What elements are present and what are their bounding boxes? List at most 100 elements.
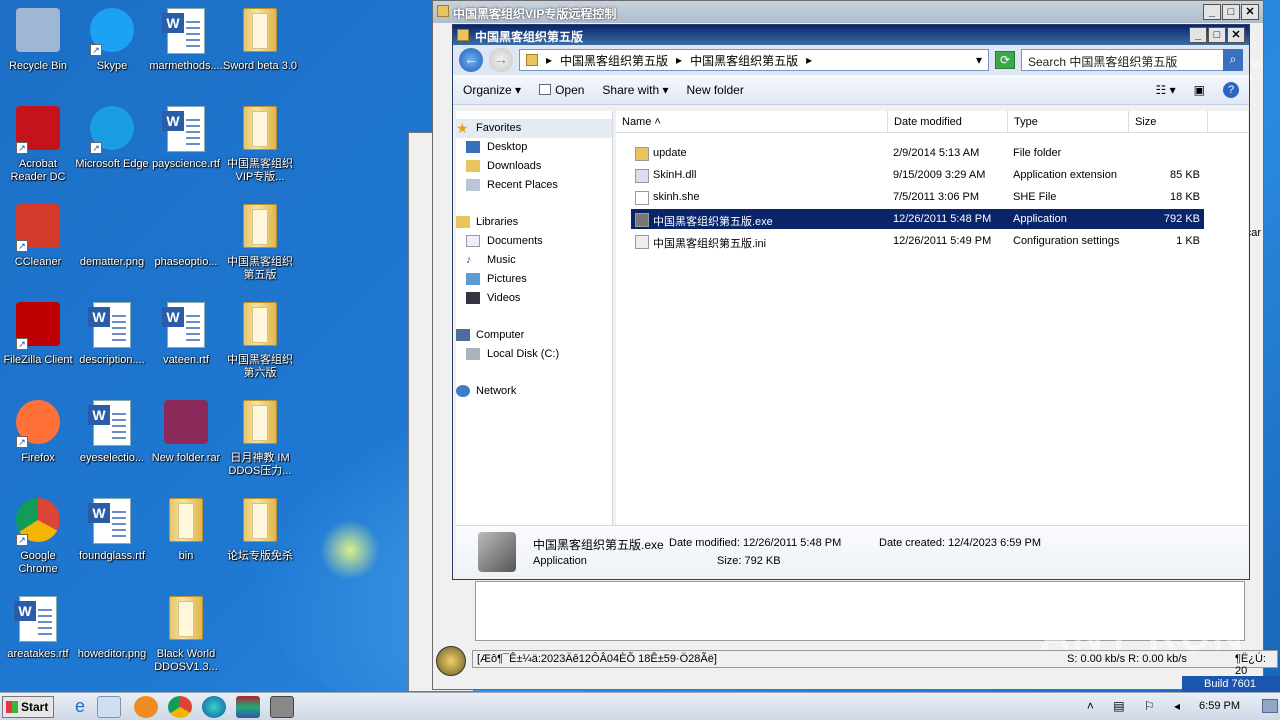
tray-icons[interactable]: ˄ ▤ ⚐ ◂ [1087, 699, 1188, 713]
desktop-icon-item[interactable]: ↗ FileZilla Client [0, 302, 76, 367]
nav-videos[interactable]: Videos [456, 289, 612, 308]
desktop-icon-item[interactable]: phaseoptio... [148, 204, 224, 269]
maximize-button[interactable]: □ [1208, 27, 1226, 43]
nav-favorites[interactable]: ★ Favorites [456, 119, 612, 138]
nav-documents[interactable]: Documents [456, 232, 612, 251]
maximize-button[interactable]: □ [1222, 4, 1240, 20]
minimize-button[interactable]: _ [1203, 4, 1221, 20]
explorer-window[interactable]: 中国黑客组织第五版 _ □ ✕ ← → ▸ 中国黑客组织第五版 ▸ 中国黑客组织… [452, 24, 1250, 580]
desktop-icon-item[interactable]: Recycle Bin [0, 8, 76, 73]
ie-icon[interactable]: e [68, 696, 92, 718]
desktop-icon-item[interactable]: Wdescription.... [74, 302, 150, 367]
refresh-button[interactable]: ⟳ [995, 51, 1015, 69]
share-with-button[interactable]: Share with ▾ [602, 83, 668, 97]
breadcrumb-item[interactable]: 中国黑客组织第五版 [690, 52, 798, 69]
file-name: 中国黑客组织第五版.exe [653, 216, 773, 228]
minimize-button[interactable]: _ [1189, 27, 1207, 43]
desktop-icon-item[interactable]: ↗ CCleaner [0, 204, 76, 269]
address-bar-row: ← → ▸ 中国黑客组织第五版 ▸ 中国黑客组织第五版 ▸ ▾ ⟳ Search… [453, 45, 1249, 75]
desktop-icon-label: New folder.rar [151, 452, 221, 464]
explorer-taskbar-icon[interactable] [97, 696, 121, 718]
nav-recent-places[interactable]: Recent Places [456, 176, 612, 195]
desktop-icon-label: bin [178, 550, 194, 562]
desktop-icon-item[interactable]: Sword beta 3.0 [222, 8, 298, 73]
search-icon[interactable]: ⌕ [1223, 49, 1243, 71]
desktop-icon-item[interactable]: 日月神教 IM DDOS压力... [222, 400, 298, 478]
open-button[interactable]: Open [539, 83, 584, 97]
address-bar[interactable]: ▸ 中国黑客组织第五版 ▸ 中国黑客组织第五版 ▸ ▾ [519, 49, 989, 71]
preview-pane-icon[interactable]: ▣ [1194, 83, 1205, 97]
desktop-icon-item[interactable]: ↗ Microsoft Edge [74, 106, 150, 171]
recent-places-icon [466, 179, 480, 191]
file-name: SkinH.dll [653, 169, 697, 181]
column-date-modified[interactable]: Date modified [888, 111, 1008, 132]
breadcrumb-item[interactable]: 中国黑客组织第五版 [560, 52, 668, 69]
desktop-icon-item[interactable]: Black World DDOSV1.3... [148, 596, 224, 674]
nav-local-disk[interactable]: Local Disk (C:) [456, 345, 612, 364]
window-title: 中国黑客组织第五版 [475, 30, 584, 44]
close-button[interactable]: ✕ [1241, 4, 1259, 20]
nav-desktop[interactable]: Desktop [456, 138, 612, 157]
file-list: Name ˄ Date modified Type Size update 2/9… [616, 111, 1248, 525]
organize-button[interactable]: Organize ▾ [463, 83, 521, 97]
details-created: Date created: 12/4/2023 6:59 PM [879, 537, 1042, 549]
file-row[interactable]: skinh.she 7/5/2011 3:06 PM SHE File 18 KB [631, 187, 1204, 207]
desktop-icon-item[interactable]: Wfoundglass.rtf [74, 498, 150, 563]
desktop-icon-item[interactable]: ↗ Google Chrome [0, 498, 76, 576]
nav-music[interactable]: ♪ Music [456, 251, 612, 270]
chevron-right-icon[interactable]: ▸ [546, 53, 552, 67]
command-bar: Organize ▾ Open Share with ▾ New folder … [453, 75, 1249, 105]
clock[interactable]: 6:59 PM [1199, 700, 1240, 712]
nav-downloads[interactable]: Downloads [456, 157, 612, 176]
help-icon[interactable]: ? [1223, 81, 1239, 98]
file-row[interactable]: 中国黑客组织第五版.exe 12/26/2011 5:48 PM Applicati… [631, 209, 1204, 229]
new-folder-button[interactable]: New folder [686, 83, 743, 97]
nav-pictures[interactable]: Pictures [456, 270, 612, 289]
column-size[interactable]: Size [1129, 111, 1208, 132]
desktop-icon-item[interactable]: 中国黑客组织VIP专版... [222, 106, 298, 184]
desktop-icon-item[interactable]: 中国黑客组织第五版 [222, 204, 298, 282]
desktop-icon-item[interactable]: New folder.rar [148, 400, 224, 465]
file-row[interactable]: 中国黑客组织第五版.ini 12/26/2011 5:49 PM Configura… [631, 231, 1204, 251]
desktop-icon-item[interactable]: ↗ Acrobat Reader DC [0, 106, 76, 184]
back-button[interactable]: ← [459, 48, 483, 72]
file-row[interactable]: update 2/9/2014 5:13 AM File folder [631, 143, 1204, 163]
nav-computer[interactable]: Computer [456, 326, 612, 345]
desktop-icon-item[interactable]: 中国黑客组织第六版 [222, 302, 298, 380]
media-player-icon[interactable] [134, 696, 158, 718]
chevron-right-icon[interactable]: ▸ [806, 53, 812, 67]
column-name[interactable]: Name ˄ [616, 111, 888, 132]
desktop-icon-item[interactable]: bin [148, 498, 224, 563]
acrobat-icon: ↗ [14, 106, 62, 154]
edge-icon: ↗ [88, 106, 136, 154]
desktop-icon-item[interactable]: ↗ Firefox [0, 400, 76, 465]
close-button[interactable]: ✕ [1227, 27, 1245, 43]
file-row[interactable]: SkinH.dll 9/15/2009 3:29 AM Application ex… [631, 165, 1204, 185]
desktop-icon-item[interactable]: Wmarmethods.... [148, 8, 224, 73]
nav-network[interactable]: Network [456, 382, 612, 401]
search-input[interactable]: Search 中国黑客组织第五版 ⌕ [1021, 49, 1243, 71]
app-taskbar-icon[interactable] [270, 696, 294, 718]
chrome-taskbar-icon[interactable] [168, 696, 192, 718]
chevron-right-icon[interactable]: ▸ [676, 53, 682, 67]
dropdown-arrow-icon[interactable]: ▾ [976, 53, 982, 67]
winrar-taskbar-icon[interactable] [236, 696, 260, 718]
desktop-icon-item[interactable]: 论坛专版免杀 [222, 498, 298, 563]
desktop-icon-item[interactable]: dematter.png [74, 204, 150, 269]
start-button[interactable]: Start [2, 696, 54, 718]
word-doc-icon: W [88, 400, 136, 448]
desktop-icon-item[interactable]: Wareatakes.rtf [0, 596, 76, 661]
desktop-icon-label: phaseoptio... [154, 256, 218, 268]
show-desktop-button[interactable] [1262, 699, 1278, 713]
desktop-icon-item[interactable]: ↗ Skype [74, 8, 150, 73]
folder-icon [635, 147, 649, 161]
column-type[interactable]: Type [1008, 111, 1129, 132]
desktop-icon-item[interactable]: Weyeselectio... [74, 400, 150, 465]
view-options-icon[interactable]: ☷ ▾ [1156, 83, 1176, 97]
desktop-icon-item[interactable]: Wvateen.rtf [148, 302, 224, 367]
edge-taskbar-icon[interactable] [202, 696, 226, 718]
forward-button[interactable]: → [489, 48, 513, 72]
desktop-icon-item[interactable]: Wpayscience.rtf [148, 106, 224, 171]
nav-libraries[interactable]: Libraries [456, 213, 612, 232]
desktop-icon-item[interactable]: howeditor.png [74, 596, 150, 661]
